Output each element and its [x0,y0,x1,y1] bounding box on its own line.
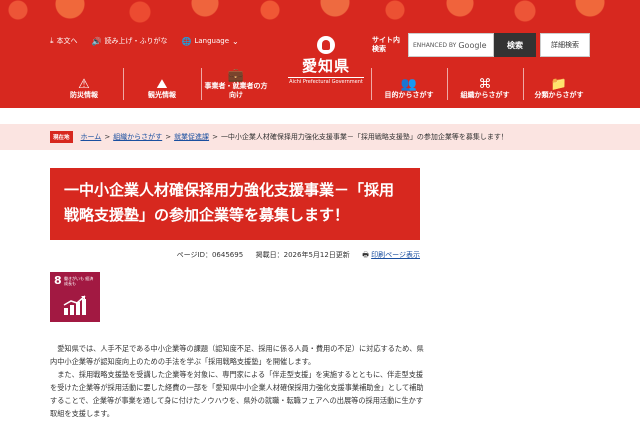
search-button[interactable]: 検索 [494,33,536,57]
sdg-number: 8 [54,274,62,287]
breadcrumb-home[interactable]: ホーム [81,132,102,142]
growth-chart-icon [63,295,86,315]
print-page-link[interactable]: 印刷ページ表示 [371,251,420,259]
nav-divider [523,68,524,100]
current-location-badge: 現在地 [50,131,73,143]
page-id: ページID：0645695 [176,251,244,259]
nav-item-purpose[interactable]: 👥 目的からさがす [374,64,444,104]
global-nav: ⚠ 防災情報 ⛰ 観光情報 💼 事業者・就業者の方向け 👥 目的からさがす ⌘ … [48,64,592,104]
sdg-goal-badge: 8 働きがいも 経済成長も [50,272,100,322]
page-meta: ページID：0645695 掲載日：2026年5月12日更新 🖶 印刷ページ表示 [50,250,420,262]
skip-to-content-link[interactable]: ⤓ 本文へ [50,36,78,46]
nav-item-tourism[interactable]: ⛰ 観光情報 [126,64,198,104]
globe-icon: 🌐 [181,36,192,46]
briefcase-icon: 💼 [227,68,245,83]
advanced-search-button[interactable]: 詳細検索 [540,33,590,57]
chevron-down-icon: ⌄ [232,36,239,46]
google-logo: Google [458,40,487,50]
tourism-icon: ⛰ [156,77,168,92]
breadcrumb-separator: > [104,133,111,141]
folder-icon: 📁 [550,77,568,92]
nav-item-disaster[interactable]: ⚠ 防災情報 [48,64,120,104]
search-enhanced-by: ENHANCED BY [413,41,457,49]
breadcrumb-separator: > [165,133,172,141]
breadcrumb-current: 一中小企業人材確保择用力強化支援事業－「採用戦略支援塾」の参加企業等を募集します… [220,133,508,141]
page-title: 一中小企業人材確保择用力強化支援事業－「採用戦略支援塾」の参加企業等を募集します… [50,168,420,240]
utility-links: ⤓ 本文へ 🔊 読み上げ・ふりがな 🌐 Language ⌄ [50,36,239,46]
page-body: 愛知県では、人手不足である中小企業等の課題（認知度不足、採用に係る人員・費用の不… [50,342,430,420]
sdg-label: 働きがいも 経済成長も [64,276,94,286]
prefecture-emblem-icon [317,36,335,54]
breadcrumb-department[interactable]: 就業促進課 [174,132,209,142]
speaker-icon: 🔊 [91,36,102,46]
body-paragraph: また、採用戦略支援塾を受講した企業等を対象に、専門家による「伴走型支援」を実施す… [50,370,424,418]
disaster-icon: ⚠ [78,77,90,92]
nav-item-category[interactable]: 📁 分類からさがす [526,64,592,104]
nav-divider [123,68,124,100]
published-date: 掲載日：2026年5月12日更新 [255,251,350,259]
breadcrumb-separator: > [212,133,218,141]
breadcrumb-organization[interactable]: 組織からさがす [113,132,162,142]
search-input[interactable]: ENHANCED BY Google [408,33,494,57]
nav-item-organization[interactable]: ⌘ 組織からさがす [450,64,520,104]
people-icon: 👥 [400,77,418,92]
nav-divider [447,68,448,100]
breadcrumb: 現在地 ホーム > 組織からさがす > 就業促進課 > 一中小企業人材確保择用力… [0,124,640,150]
site-search-label: サイト内検索 [372,36,400,53]
body-paragraph: 愛知県では、人手不足である中小企業等の課題（認知度不足、採用に係る人員・費用の不… [50,344,424,366]
download-icon: ⤓ [50,36,54,45]
printer-icon: 🖶 [362,251,369,259]
site-header: ⤓ 本文へ 🔊 読み上げ・ふりがな 🌐 Language ⌄ 愛知県 Aichi Pre… [0,0,640,108]
nav-item-business[interactable]: 💼 事業者・就業者の方向け [204,64,268,104]
nav-divider [201,68,202,100]
language-select[interactable]: 🌐 Language ⌄ [182,37,239,46]
nav-divider [371,68,372,100]
organization-icon: ⌘ [478,77,492,92]
reading-link[interactable]: 🔊 読み上げ・ふりがな [92,36,168,46]
header-pattern [0,0,640,30]
